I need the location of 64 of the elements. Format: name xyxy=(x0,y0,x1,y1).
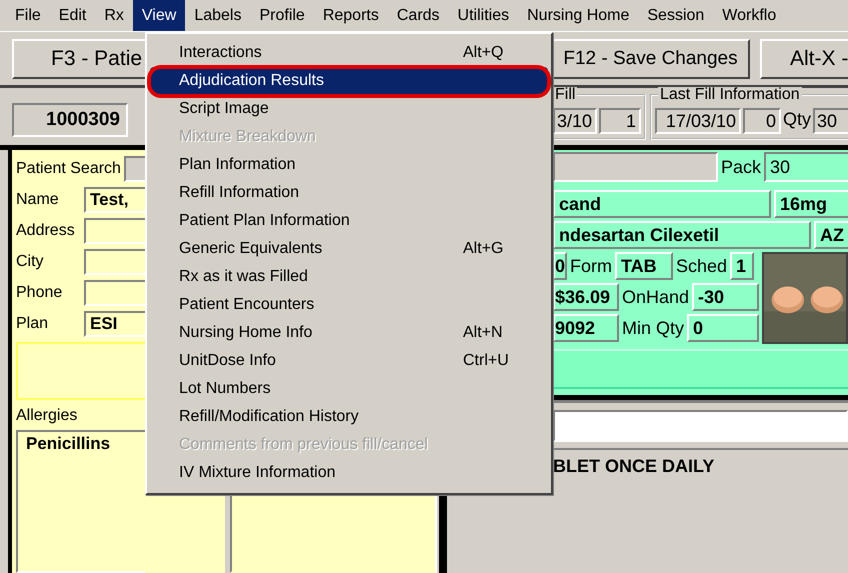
menu-item[interactable]: Generic Equivalents Alt+G xyxy=(150,235,548,263)
input-field[interactable] xyxy=(553,152,718,182)
menu-bar-item[interactable]: Session xyxy=(638,0,714,31)
save-changes-button[interactable]: F12 - Save Changes xyxy=(553,38,750,78)
allergies-box: Penicillins xyxy=(16,430,145,573)
rx-number-field: 1000309 xyxy=(12,103,128,137)
field-label: Allergies xyxy=(16,407,78,425)
menu-item[interactable]: Adjudication Results xyxy=(150,67,548,95)
input-field[interactable] xyxy=(553,410,848,442)
din-field: 9092 xyxy=(553,314,619,342)
menu-bar-item[interactable]: Cards xyxy=(388,0,449,31)
field-label: Form xyxy=(570,256,612,276)
menu-item[interactable]: Plan Information xyxy=(150,151,548,179)
min-qty-field: 0 xyxy=(687,314,759,342)
input-field[interactable]: Test, xyxy=(84,187,145,213)
form-field: TAB xyxy=(615,252,673,280)
menu-bar-item[interactable]: Reports xyxy=(314,0,388,31)
generic-name-field: ndesartan Cilexetil xyxy=(553,221,811,249)
menu-item[interactable]: Patient Plan Information xyxy=(150,207,548,235)
menu-item[interactable]: Script Image xyxy=(150,95,548,123)
strength-field: 16mg xyxy=(774,190,848,218)
field-label: Qty xyxy=(783,108,812,130)
menu-item[interactable]: Lot Numbers xyxy=(150,375,548,403)
menu-bar-item[interactable]: Nursing Home xyxy=(518,0,638,31)
menu-item[interactable]: Patient Encounters xyxy=(150,291,548,319)
field-label: Patient Search xyxy=(16,160,121,178)
menu-bar-item[interactable]: Edit xyxy=(50,0,96,31)
menu-item[interactable]: Interactions Alt+Q xyxy=(150,39,548,67)
count-field: 0 xyxy=(743,108,781,134)
menu-item[interactable]: IV Mixture Information xyxy=(150,459,548,487)
on-hand-field: -30 xyxy=(692,283,759,311)
field-label: Sched xyxy=(676,256,728,276)
schedule-field: 1 xyxy=(730,252,754,280)
field-label: Pack xyxy=(721,156,762,178)
field-label: City xyxy=(16,253,45,271)
menu-bar-item[interactable]: View xyxy=(132,0,186,31)
field-label: Min Qty xyxy=(622,318,684,338)
menu-item[interactable]: UnitDose Info Ctrl+U xyxy=(150,347,548,375)
menu-item[interactable]: Refill Information xyxy=(150,179,548,207)
toolbar-button[interactable]: Alt-X - xyxy=(760,38,848,78)
menu-item[interactable]: Refill/Modification History xyxy=(150,403,548,431)
code-field: 0 xyxy=(553,252,567,280)
menu-bar-item[interactable]: Rx xyxy=(95,0,133,31)
field-label: Address xyxy=(16,222,76,240)
menu-item[interactable]: Nursing Home Info Alt+N xyxy=(150,319,548,347)
field-label: Name xyxy=(16,191,60,209)
drug-name-field: cand xyxy=(553,190,771,218)
manufacturer-field: AZ xyxy=(814,221,848,249)
date-field: 17/03/10 xyxy=(655,108,741,134)
menu-bar-item[interactable]: Profile xyxy=(250,0,314,31)
menu-item[interactable]: Rx as it was Filled xyxy=(150,263,548,291)
pack-field[interactable]: 30 xyxy=(764,152,848,182)
input-field[interactable]: ESI xyxy=(84,311,145,337)
quantity-field: 30 xyxy=(813,108,848,134)
price-field: $36.09 xyxy=(553,283,619,311)
count-field: 1 xyxy=(599,108,641,134)
menu-bar-item[interactable]: Workflo xyxy=(713,0,786,31)
menu-bar-item[interactable]: File xyxy=(6,0,50,31)
field-label: Plan xyxy=(16,315,50,333)
menu-bar-item[interactable]: Utilities xyxy=(448,0,518,31)
menu-bar-item[interactable]: Labels xyxy=(185,0,250,31)
field-label: Phone xyxy=(16,284,64,302)
field-label: OnHand xyxy=(622,286,690,308)
toolbar-button[interactable]: F3 - Patie xyxy=(12,38,145,78)
